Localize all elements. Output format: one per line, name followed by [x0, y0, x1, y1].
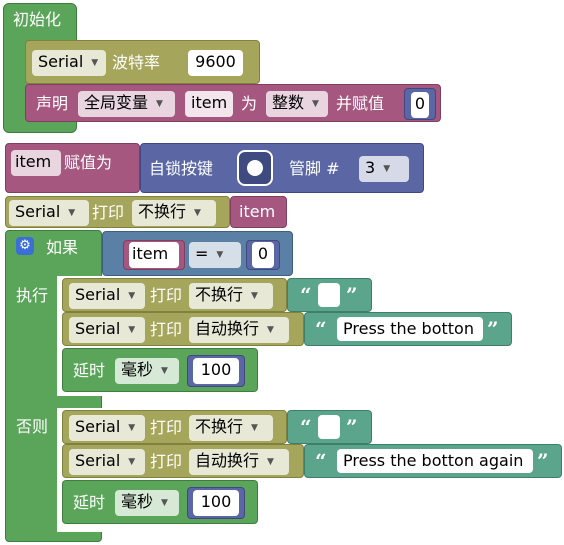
newline-mode-dropdown[interactable]: 不换行 ▼	[189, 415, 273, 441]
quote-close-icon: ”	[537, 449, 549, 473]
type-dropdown[interactable]: 整数 ▼	[266, 91, 328, 117]
print-label: 打印	[150, 452, 183, 471]
assign-label: 并赋值	[336, 94, 385, 113]
toggle-button-label: 自锁按键	[149, 159, 214, 178]
gear-icon[interactable]: ⚙	[16, 237, 34, 255]
newline-mode-dropdown[interactable]: 不换行 ▼	[132, 200, 216, 226]
else-print-2-block[interactable]: Serial ▼ 打印 自动换行 ▼	[62, 444, 304, 478]
chevron-down-icon: ▼	[68, 208, 76, 218]
serial-port-dropdown[interactable]: Serial ▼	[9, 200, 89, 226]
print-label: 打印	[150, 320, 183, 339]
math-number-block[interactable]: 0	[246, 240, 280, 270]
variable-get-block[interactable]: item	[230, 196, 287, 228]
time-unit-dropdown[interactable]: 毫秒 ▼	[115, 490, 179, 516]
text-block[interactable]: “ Press the botton again ”	[304, 444, 562, 478]
variable-dropdown[interactable]: item	[11, 150, 61, 176]
chevron-down-icon: ▼	[216, 250, 224, 260]
delay-value-input[interactable]: 100	[193, 358, 239, 384]
declare-label: 声明	[36, 94, 69, 113]
chevron-down-icon: ▼	[161, 366, 168, 376]
variable-name-input[interactable]: item	[185, 91, 233, 117]
chevron-down-icon: ▼	[161, 498, 168, 508]
chevron-down-icon: ▼	[251, 291, 258, 301]
text-input[interactable]: Press the botton again	[337, 449, 533, 473]
math-number-block[interactable]: 100	[187, 355, 245, 387]
chevron-down-icon: ▼	[251, 423, 258, 433]
init-value-input[interactable]: 0	[411, 92, 429, 118]
variable-get-block[interactable]: item	[123, 240, 185, 270]
quote-open-icon: “	[300, 415, 312, 439]
chevron-down-icon: ▼	[128, 457, 136, 467]
chevron-down-icon: ▼	[267, 457, 274, 467]
serial-port-dropdown[interactable]: Serial ▼	[69, 317, 145, 343]
scope-dropdown[interactable]: 全局变量 ▼	[78, 91, 175, 117]
baud-label: 波特率	[112, 53, 161, 72]
toggle-button-block[interactable]: 自锁按键 管脚 # 3 ▼	[140, 143, 424, 193]
then-print-1-block[interactable]: Serial ▼ 打印 不换行 ▼	[62, 278, 287, 312]
chevron-down-icon: ▼	[267, 325, 274, 335]
chevron-down-icon: ▼	[128, 325, 136, 335]
text-block[interactable]: “ ”	[287, 278, 372, 312]
pin-dropdown[interactable]: 3 ▼	[359, 156, 409, 182]
chevron-down-icon: ▼	[194, 208, 201, 218]
delay-value-input[interactable]: 100	[193, 490, 239, 516]
text-input[interactable]	[318, 415, 340, 439]
chevron-down-icon: ▼	[312, 99, 319, 109]
pin-label: 管脚 #	[289, 159, 340, 178]
text-input[interactable]: Press the botton	[337, 317, 483, 341]
serial-begin-block[interactable]: Serial ▼ 波特率 9600	[25, 40, 260, 84]
quote-close-icon: ”	[346, 283, 358, 307]
serial-port-dropdown[interactable]: Serial ▼	[69, 449, 145, 475]
quote-open-icon: “	[300, 283, 312, 307]
serial-port-dropdown[interactable]: Serial ▼	[69, 283, 145, 309]
print-label: 打印	[150, 286, 183, 305]
print-label: 打印	[150, 418, 183, 437]
compare-block[interactable]: item = ▼ 0	[102, 231, 293, 276]
serial-print-item-block[interactable]: Serial ▼ 打印 不换行 ▼	[5, 196, 230, 228]
chevron-down-icon: ▼	[128, 423, 136, 433]
button-icon	[237, 150, 273, 186]
chevron-down-icon: ▼	[128, 291, 136, 301]
quote-open-icon: “	[315, 317, 327, 341]
print-label: 打印	[92, 203, 125, 222]
as-label: 为	[241, 94, 258, 113]
text-input[interactable]	[318, 283, 340, 307]
chevron-down-icon: ▼	[156, 99, 163, 109]
else-print-1-block[interactable]: Serial ▼ 打印 不换行 ▼	[62, 410, 287, 444]
baud-value-input[interactable]: 9600	[188, 50, 243, 76]
variable-name[interactable]: item	[236, 200, 282, 226]
quote-close-icon: ”	[487, 317, 499, 341]
assign-to-label: 赋值为	[64, 153, 113, 172]
if-label: 如果	[46, 238, 79, 257]
serial-port-dropdown[interactable]: Serial ▼	[32, 50, 106, 76]
serial-port-dropdown[interactable]: Serial ▼	[69, 415, 145, 441]
text-block[interactable]: “ ”	[287, 410, 372, 444]
else-label: 否则	[16, 417, 49, 436]
operator-dropdown[interactable]: = ▼	[189, 242, 241, 268]
variable-name[interactable]: item	[129, 242, 179, 268]
compare-value-input[interactable]: 0	[252, 242, 274, 268]
then-print-2-block[interactable]: Serial ▼ 打印 自动换行 ▼	[62, 312, 304, 346]
newline-mode-dropdown[interactable]: 自动换行 ▼	[189, 449, 289, 475]
chevron-down-icon: ▼	[91, 58, 99, 68]
newline-mode-dropdown[interactable]: 不换行 ▼	[189, 283, 273, 309]
chevron-down-icon: ▼	[383, 164, 391, 174]
assign-variable-block[interactable]: item 赋值为	[5, 143, 140, 193]
quote-close-icon: ”	[346, 415, 358, 439]
quote-open-icon: “	[315, 449, 327, 473]
setup-title: 初始化	[13, 10, 62, 29]
delay-label: 延时	[73, 493, 106, 512]
then-delay-block[interactable]: 延时 毫秒 ▼ 100	[62, 348, 258, 392]
time-unit-dropdown[interactable]: 毫秒 ▼	[115, 358, 179, 384]
delay-label: 延时	[73, 361, 106, 380]
declare-variable-block[interactable]: 声明 全局变量 ▼ item 为 整数 ▼ 并赋值 0	[25, 84, 441, 122]
else-delay-block[interactable]: 延时 毫秒 ▼ 100	[62, 480, 258, 524]
text-block[interactable]: “ Press the botton ”	[304, 312, 512, 346]
then-label: 执行	[16, 286, 49, 305]
math-number-block[interactable]: 0	[404, 88, 436, 120]
math-number-block[interactable]: 100	[187, 487, 245, 519]
newline-mode-dropdown[interactable]: 自动换行 ▼	[189, 317, 289, 343]
